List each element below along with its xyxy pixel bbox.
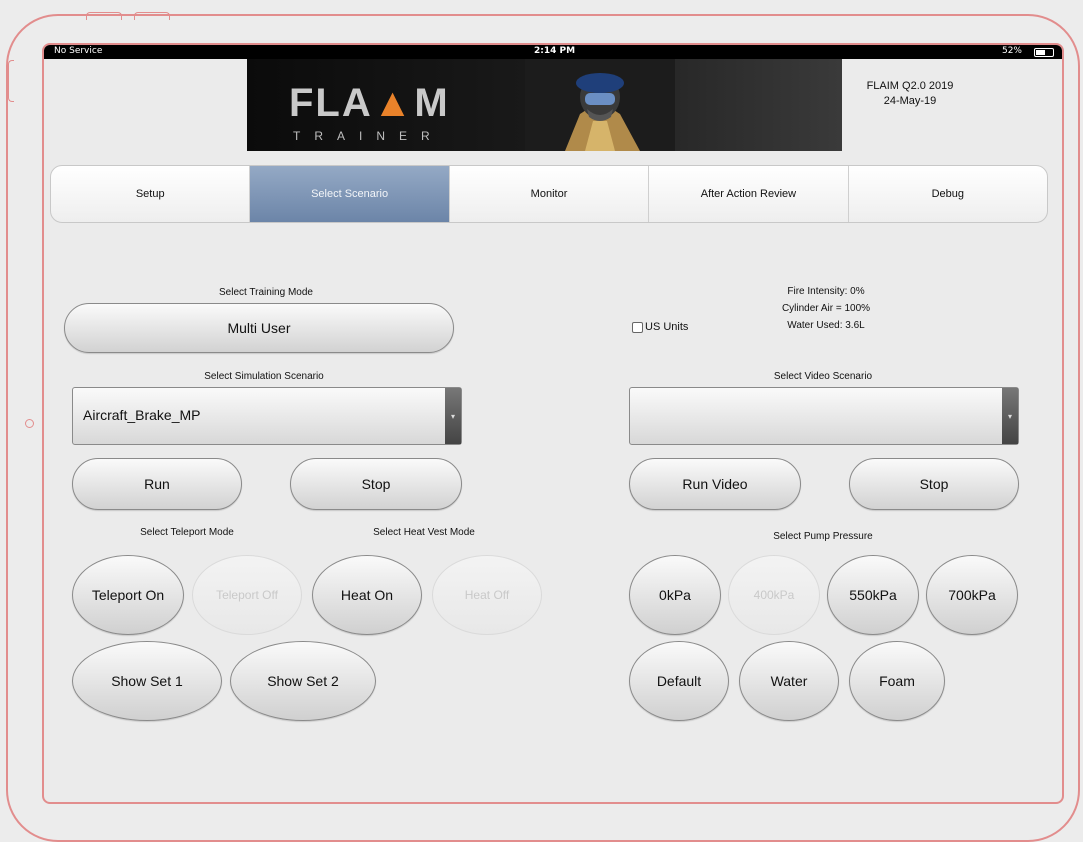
service-status: No Service — [54, 46, 103, 56]
training-mode-button[interactable]: Multi User — [64, 303, 454, 353]
run-button[interactable]: Run — [72, 458, 242, 510]
tab-monitor[interactable]: Monitor — [450, 166, 650, 222]
flaim-logo: FLA▲M — [289, 81, 450, 125]
tab-bar: Setup Select Scenario Monitor After Acti… — [50, 165, 1048, 223]
default-agent-button[interactable]: Default — [629, 641, 729, 721]
pump-pressure-label: Select Pump Pressure — [773, 531, 873, 542]
dropdown-arrow-icon: ▾ — [1002, 388, 1018, 444]
us-units-toggle[interactable]: US Units — [632, 321, 688, 333]
pump-400kpa-button[interactable]: 400kPa — [728, 555, 820, 635]
water-used: Water Used: 3.6L — [787, 320, 865, 331]
heat-on-button[interactable]: Heat On — [312, 555, 422, 635]
volume-down-button — [134, 12, 170, 20]
cylinder-air: Cylinder Air = 100% — [781, 303, 871, 314]
tab-setup[interactable]: Setup — [51, 166, 251, 222]
logo-subtitle: TRAINER — [293, 129, 444, 143]
us-units-label: US Units — [645, 321, 689, 333]
volume-up-button — [86, 12, 122, 20]
firefighter-image — [525, 59, 675, 151]
status-bar: No Service 2:14 PM 52% — [44, 45, 1062, 59]
flame-icon: ▲ — [372, 81, 415, 125]
battery-icon — [1034, 48, 1054, 57]
dropdown-arrow-icon: ▾ — [445, 388, 461, 444]
run-video-button[interactable]: Run Video — [629, 458, 801, 510]
tab-select-scenario[interactable]: Select Scenario — [250, 166, 450, 222]
version-info: FLAIM Q2.0 2019 24-May-19 — [866, 80, 954, 107]
show-set-2-button[interactable]: Show Set 2 — [230, 641, 376, 721]
teleport-off-button[interactable]: Teleport Off — [192, 555, 302, 635]
camera-icon — [25, 419, 34, 428]
battery-percent: 52% — [1001, 46, 1022, 56]
fire-intensity: Fire Intensity: 0% — [787, 286, 865, 297]
video-scenario-label: Select Video Scenario — [773, 371, 873, 382]
water-agent-button[interactable]: Water — [739, 641, 839, 721]
app-screen: No Service 2:14 PM 52% FLA▲M TRAINER FLA… — [42, 43, 1064, 804]
clock: 2:14 PM — [534, 46, 576, 56]
flaim-banner: FLA▲M TRAINER — [247, 59, 842, 151]
tab-debug[interactable]: Debug — [849, 166, 1047, 222]
teleport-mode-label: Select Teleport Mode — [140, 527, 234, 538]
show-set-1-button[interactable]: Show Set 1 — [72, 641, 222, 721]
sim-scenario-dropdown[interactable]: Aircraft_Brake_MP ▾ — [72, 387, 462, 445]
heat-off-button[interactable]: Heat Off — [432, 555, 542, 635]
side-button — [8, 60, 14, 102]
pump-700kpa-button[interactable]: 700kPa — [926, 555, 1018, 635]
tab-after-action-review[interactable]: After Action Review — [649, 166, 849, 222]
us-units-checkbox[interactable] — [632, 321, 643, 333]
foam-agent-button[interactable]: Foam — [849, 641, 945, 721]
status-readout: Fire Intensity: 0% Cylinder Air = 100% W… — [756, 283, 896, 334]
sim-scenario-label: Select Simulation Scenario — [204, 371, 324, 382]
video-scenario-dropdown[interactable]: ▾ — [629, 387, 1019, 445]
heat-vest-mode-label: Select Heat Vest Mode — [373, 527, 475, 538]
sim-scenario-value: Aircraft_Brake_MP — [83, 407, 201, 423]
pump-0kpa-button[interactable]: 0kPa — [629, 555, 721, 635]
stop-video-button[interactable]: Stop — [849, 458, 1019, 510]
stop-sim-button[interactable]: Stop — [290, 458, 462, 510]
pump-550kpa-button[interactable]: 550kPa — [827, 555, 919, 635]
training-mode-label: Select Training Mode — [219, 287, 313, 298]
teleport-on-button[interactable]: Teleport On — [72, 555, 184, 635]
